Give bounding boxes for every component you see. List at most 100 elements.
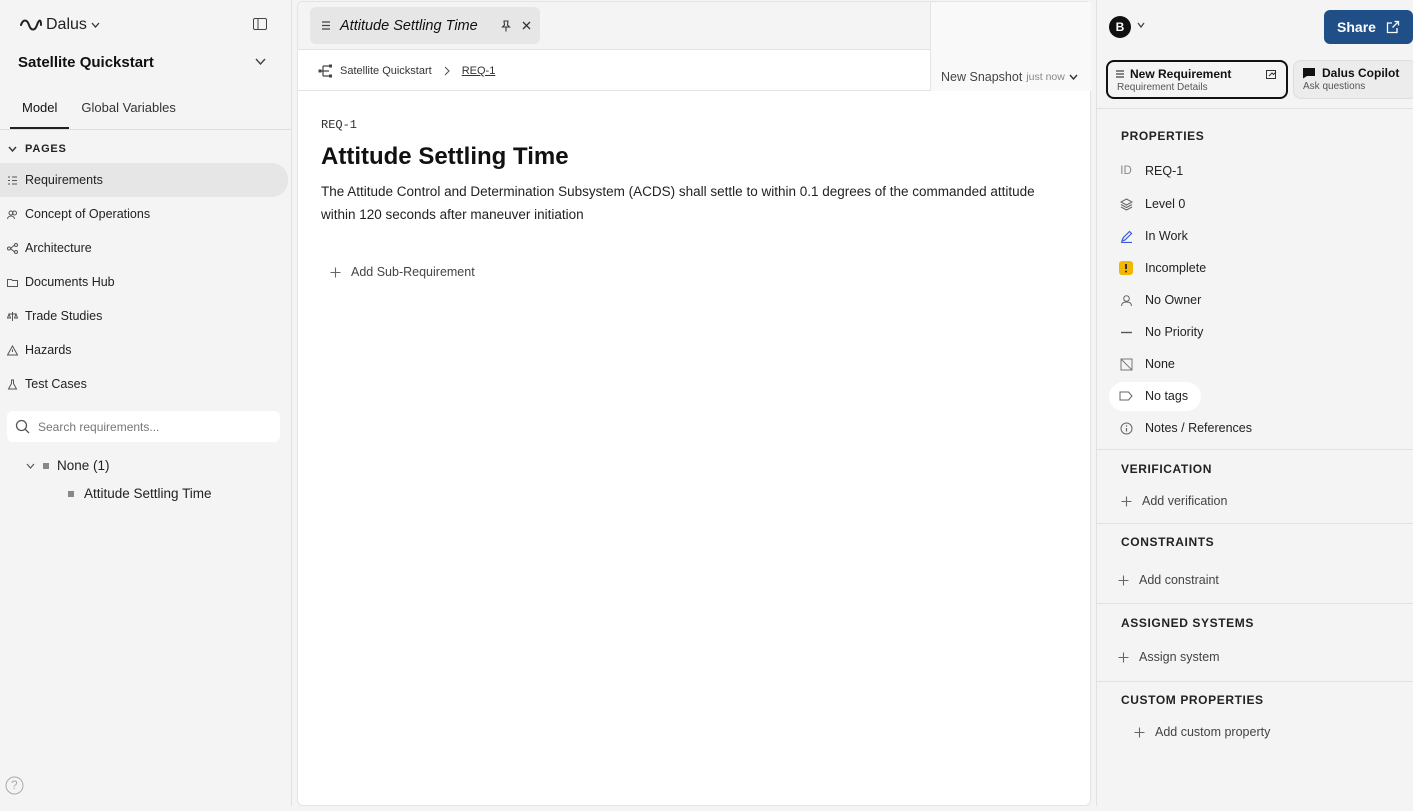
- requirement-id: REQ-1: [321, 118, 358, 132]
- sidebar-item-documents-hub[interactable]: Documents Hub: [0, 265, 292, 299]
- divider: [1097, 108, 1413, 109]
- property-id: ID REQ-1: [1119, 161, 1183, 181]
- property-tags[interactable]: No tags: [1119, 386, 1188, 406]
- chevron-right-icon: [444, 66, 450, 76]
- tab-title: Dalus Copilot: [1322, 66, 1400, 80]
- property-value: Incomplete: [1145, 261, 1207, 275]
- plus-icon: [1134, 727, 1145, 737]
- user-icon: [1119, 293, 1133, 307]
- requirement-title[interactable]: Attitude Settling Time: [321, 143, 569, 171]
- breadcrumb-current[interactable]: REQ-1: [462, 65, 496, 77]
- layers-icon: [1119, 197, 1133, 211]
- chevron-down-icon: [8, 146, 17, 152]
- right-panel: B Share New Requirement Requirement Deta…: [1096, 0, 1413, 806]
- collapse-sidebar-button[interactable]: [253, 18, 271, 34]
- property-value: No Priority: [1145, 325, 1204, 339]
- snapshot-area: New Snapshot just now: [930, 2, 1091, 91]
- divider: [1097, 681, 1413, 682]
- add-custom-property-button[interactable]: Add custom property: [1134, 725, 1270, 739]
- empty-box-icon: [1119, 357, 1133, 371]
- sidebar-item-label: Hazards: [25, 343, 72, 357]
- sidebar-item-concept-of-operations[interactable]: Concept of Operations: [0, 197, 292, 231]
- sidebar-item-hazards[interactable]: Hazards: [0, 333, 292, 367]
- add-verification-button[interactable]: Add verification: [1121, 494, 1227, 508]
- chevron-down-icon[interactable]: [26, 463, 35, 469]
- property-owner[interactable]: No Owner: [1119, 290, 1201, 310]
- divider: [1097, 603, 1413, 604]
- tab-global-variables[interactable]: Global Variables: [69, 96, 187, 129]
- property-level[interactable]: Level 0: [1119, 194, 1185, 214]
- tab-dalus-copilot[interactable]: Dalus Copilot Ask questions: [1293, 60, 1413, 99]
- info-icon: [1119, 421, 1133, 435]
- property-value: Level 0: [1145, 197, 1186, 211]
- logo-text: Dalus: [46, 16, 87, 33]
- tag-icon: [1119, 389, 1133, 403]
- pin-icon[interactable]: [500, 19, 512, 32]
- search-requirements-field[interactable]: [7, 411, 280, 442]
- dalus-logo-icon: [20, 19, 42, 31]
- tree-group-none[interactable]: None (1): [26, 458, 110, 473]
- sidebar-item-requirements[interactable]: Requirements: [0, 163, 288, 197]
- divider: [0, 129, 292, 130]
- scale-icon: [7, 311, 18, 321]
- breadcrumb-root[interactable]: Satellite Quickstart: [340, 65, 432, 77]
- add-constraint-button[interactable]: Add constraint: [1118, 573, 1219, 587]
- open-in-editor-icon[interactable]: [1266, 69, 1277, 79]
- property-status[interactable]: In Work: [1119, 226, 1188, 246]
- tab-attitude-settling-time[interactable]: Attitude Settling Time: [310, 7, 540, 44]
- property-notes[interactable]: Notes / References: [1119, 418, 1252, 438]
- add-verification-label: Add verification: [1142, 494, 1228, 508]
- property-value: Notes / References: [1145, 421, 1252, 435]
- snapshot-selector[interactable]: New Snapshot just now: [941, 70, 1078, 84]
- chevron-down-icon[interactable]: [1137, 22, 1145, 28]
- help-button[interactable]: ?: [5, 776, 24, 795]
- chevron-down-icon: [1069, 74, 1078, 80]
- warning-icon: [7, 344, 18, 355]
- plus-icon: [1118, 652, 1129, 662]
- tab-subtitle: Ask questions: [1303, 81, 1366, 92]
- tab-model[interactable]: Model: [10, 96, 70, 129]
- property-completeness[interactable]: Incomplete: [1119, 258, 1206, 278]
- dash-icon: [1119, 325, 1133, 339]
- pages-section-header[interactable]: PAGES: [8, 143, 67, 155]
- property-value: None: [1145, 357, 1175, 371]
- share-label: Share: [1337, 19, 1376, 35]
- property-value: In Work: [1145, 229, 1188, 243]
- properties-title: PROPERTIES: [1121, 129, 1205, 143]
- project-title[interactable]: Satellite Quickstart: [18, 54, 154, 71]
- app-logo[interactable]: Dalus: [20, 16, 100, 34]
- breadcrumb: Satellite Quickstart REQ-1: [318, 63, 495, 79]
- property-type[interactable]: None: [1119, 354, 1175, 374]
- search-input[interactable]: [38, 419, 258, 434]
- snapshot-label: New Snapshot: [941, 70, 1023, 84]
- add-sub-requirement-button[interactable]: Add Sub-Requirement: [330, 265, 475, 279]
- sidebar-tabs: Model Global Variables: [10, 96, 188, 130]
- close-icon[interactable]: [522, 21, 531, 30]
- assign-system-button[interactable]: Assign system: [1118, 650, 1220, 664]
- sidebar-item-architecture[interactable]: Architecture: [0, 231, 292, 265]
- sidebar-item-trade-studies[interactable]: Trade Studies: [0, 299, 292, 333]
- avatar[interactable]: B: [1109, 16, 1131, 38]
- tree-item-label: Attitude Settling Time: [84, 486, 212, 501]
- list-icon: [8, 176, 17, 184]
- tree-item-attitude-settling-time[interactable]: Attitude Settling Time: [68, 486, 212, 501]
- property-value: No Owner: [1145, 293, 1202, 307]
- snapshot-time: just now: [1026, 71, 1065, 83]
- property-priority[interactable]: No Priority: [1119, 322, 1203, 342]
- tab-subtitle: Requirement Details: [1117, 82, 1208, 93]
- share-button[interactable]: Share: [1324, 10, 1413, 44]
- project-menu-chevron-icon[interactable]: [255, 58, 266, 65]
- sidebar-item-label: Trade Studies: [25, 309, 103, 323]
- people-icon: [7, 210, 17, 219]
- tab-new-requirement[interactable]: New Requirement Requirement Details: [1106, 60, 1288, 99]
- sidebar-item-test-cases[interactable]: Test Cases: [0, 367, 292, 401]
- help-label: ?: [11, 778, 18, 792]
- plus-icon: [330, 267, 341, 277]
- requirement-square-icon: [68, 490, 74, 497]
- tab-title: Attitude Settling Time: [340, 17, 478, 34]
- custom-properties-title: CUSTOM PROPERTIES: [1121, 693, 1264, 707]
- add-custom-property-label: Add custom property: [1155, 725, 1271, 739]
- requirement-description[interactable]: The Attitude Control and Determination S…: [321, 180, 1041, 226]
- requirement-list-icon: [322, 21, 330, 30]
- plus-icon: [1118, 575, 1129, 585]
